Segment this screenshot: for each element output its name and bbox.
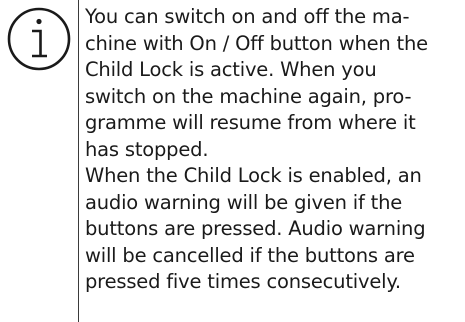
note-line: will be cancelled if the buttons are xyxy=(85,243,415,267)
note-line: has stopped. xyxy=(85,137,209,161)
note-line: switch on the machine again, pro- xyxy=(85,84,412,108)
note-line: When the Child Lock is enabled, an xyxy=(85,164,422,187)
column-divider xyxy=(78,0,79,322)
note-line: audio warning will be given if the xyxy=(85,190,403,214)
note-line: buttons are pressed. Audio warning xyxy=(85,217,426,240)
note-line: chine with On / Off button when the xyxy=(85,31,428,55)
info-icon xyxy=(7,7,71,71)
note-line: You can switch on and off the ma- xyxy=(85,5,410,28)
note-line: gramme will resume from where it xyxy=(85,111,416,134)
note-line: Child Lock is active. When you xyxy=(85,58,377,81)
note-line: pressed five times consecutively. xyxy=(85,270,401,293)
info-note-text: You can switch on and off the ma- chine … xyxy=(85,4,461,296)
